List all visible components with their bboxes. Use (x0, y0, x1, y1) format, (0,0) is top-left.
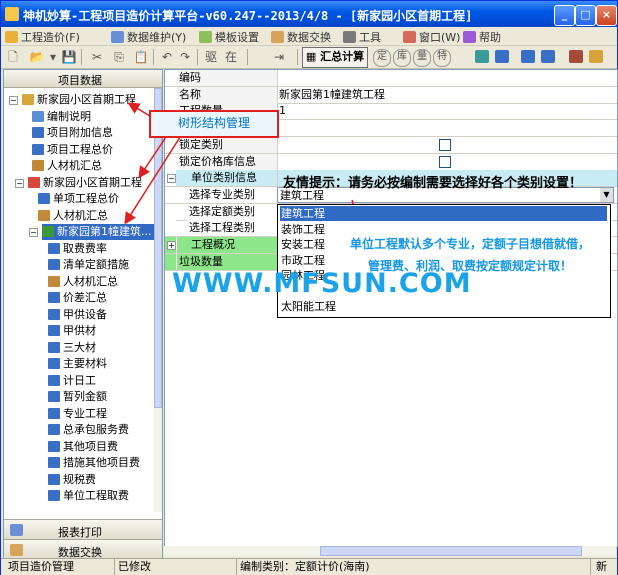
dropdown-option[interactable]: 市政工程 (280, 253, 325, 268)
arrow-to-project-root (127, 102, 151, 117)
watermark-text: WWW.MFSUN.COM (172, 268, 472, 299)
arrow-to-single-project (138, 133, 169, 179)
dropdown-option[interactable]: 太阳能工程 (280, 299, 336, 314)
tree-structure-callout: 树形结构管理 (149, 110, 279, 138)
arrow-to-unit-project (124, 133, 183, 225)
dropdown-option[interactable]: 建筑工程 (280, 206, 607, 221)
feature-note-line-1: 单位工程默认多个专业，定额子目想借就借， (350, 237, 591, 251)
dropdown-option[interactable]: 安装工程 (280, 237, 325, 252)
dropdown-option[interactable]: 装饰工程 (280, 222, 325, 237)
